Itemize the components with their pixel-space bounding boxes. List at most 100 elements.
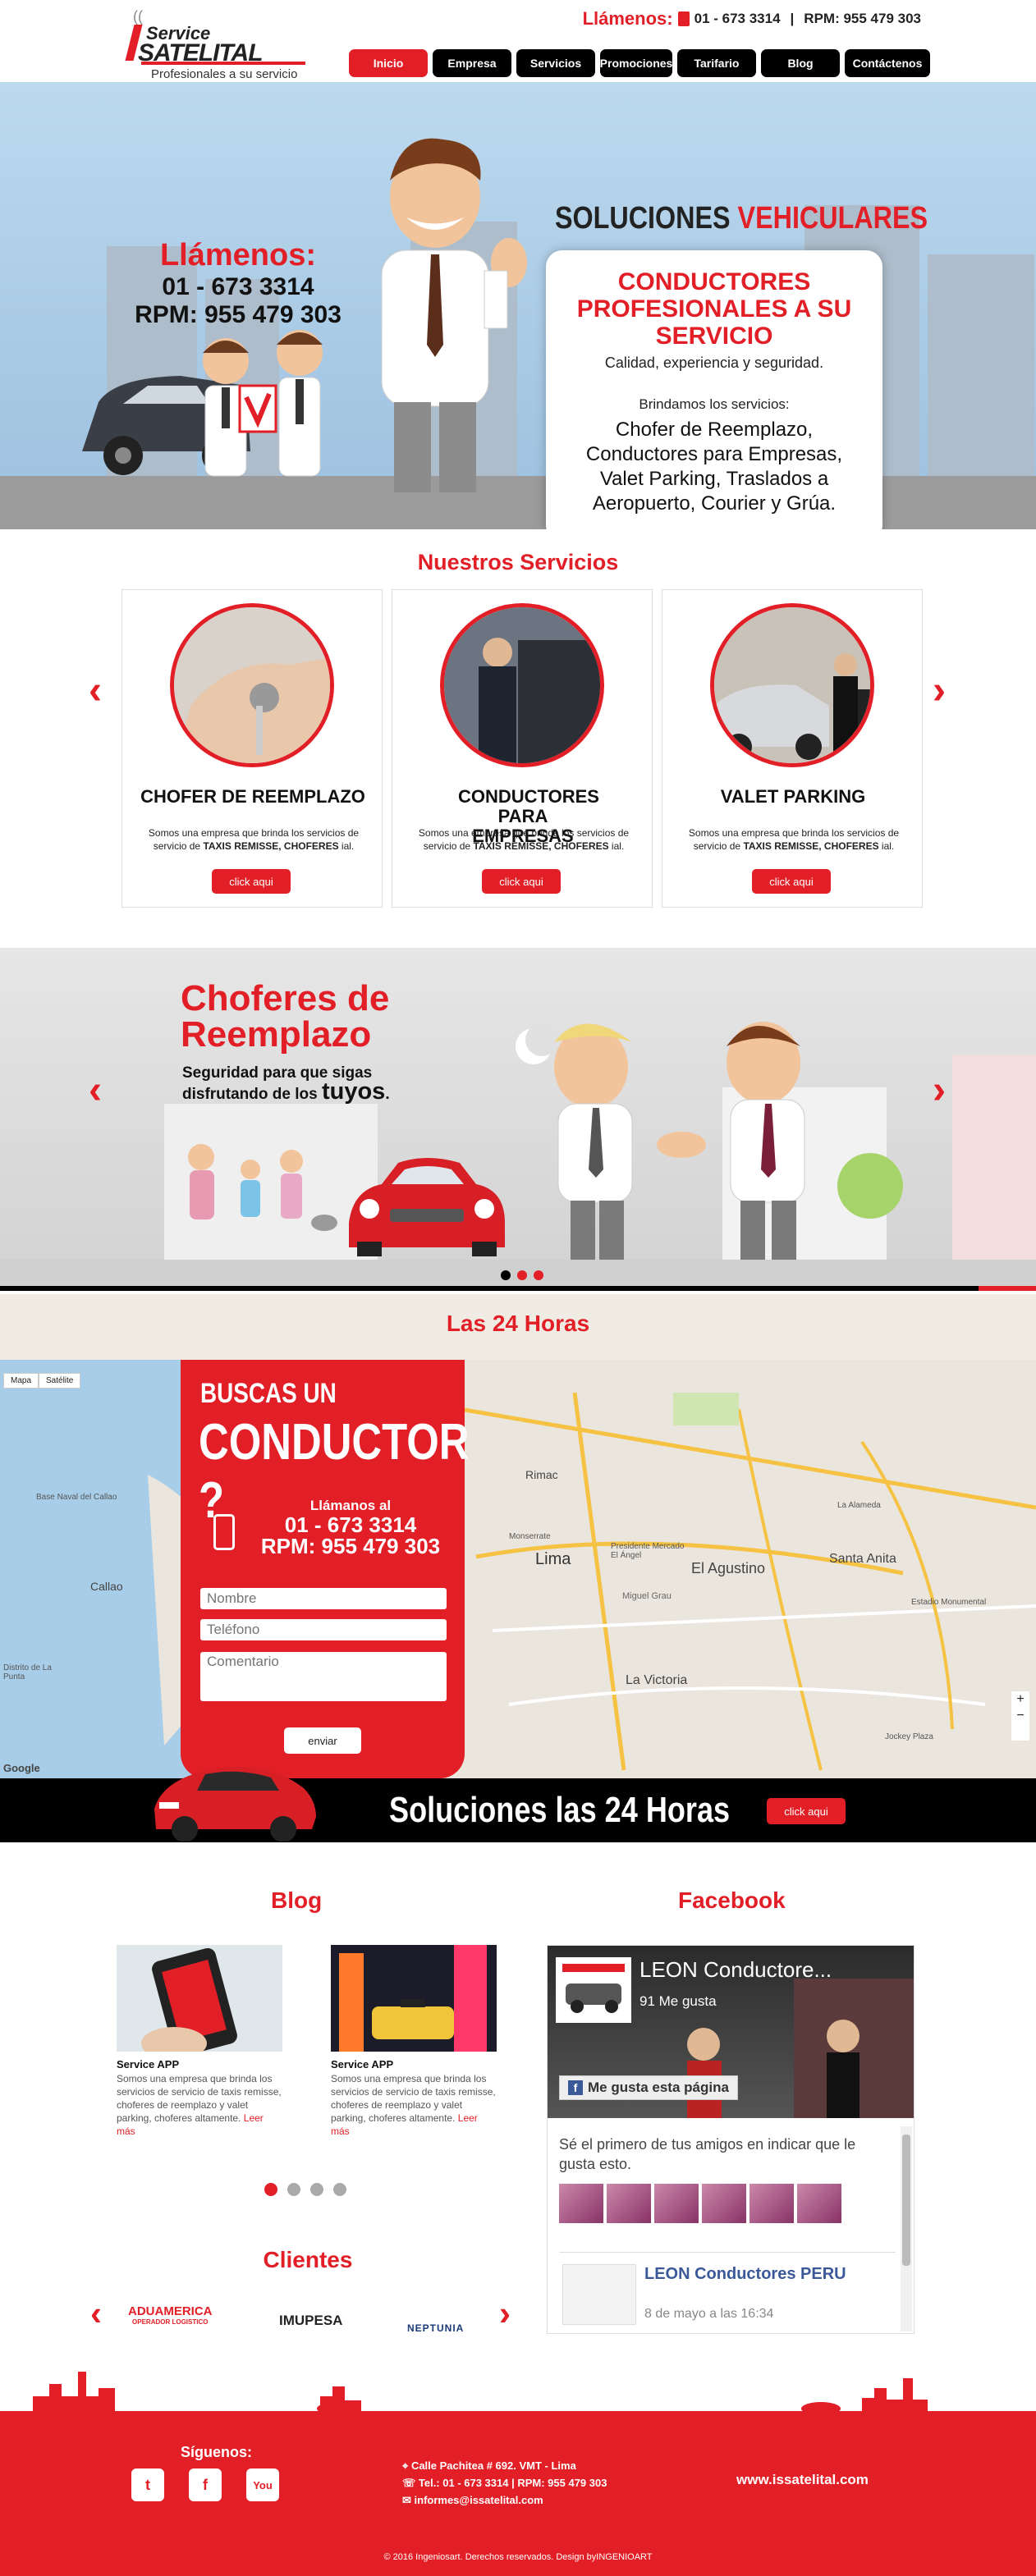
facebook-friend-thumbnails	[559, 2184, 841, 2223]
hours-title: Las 24 Horas	[446, 1311, 590, 1336]
phone-field[interactable]	[200, 1619, 447, 1640]
service-desc: Somos una empresa que brinda los servici…	[418, 827, 630, 852]
service-desc: Somos una empresa que brinda los servici…	[688, 827, 900, 852]
hero-call-label: Llámenos:	[159, 238, 317, 272]
blog-post-desc: Somos una empresa que brinda los servici…	[117, 2073, 282, 2137]
mobile-phone-icon	[213, 1514, 235, 1550]
phone-icon: ☏	[402, 2477, 419, 2489]
hours-section: Las 24 Horas	[0, 1294, 1036, 1360]
nav-tarifario[interactable]: Tarifario	[677, 49, 756, 77]
site-footer: Síguenos: t f You ⌖ Calle Pachitea # 692…	[0, 2411, 1036, 2576]
slider-dot-1[interactable]	[501, 1270, 511, 1280]
facebook-icon[interactable]: f	[189, 2468, 222, 2501]
site-header: (( Service SATELITAL Profesionales a su …	[0, 0, 1036, 82]
hero-card-intro: Brindamos los servicios:	[639, 396, 790, 412]
location-pin-icon: ⌖	[402, 2459, 411, 2472]
blog-dot-2[interactable]	[287, 2183, 300, 2196]
city-skyline	[33, 2372, 928, 2413]
footer-phones: ☏ Tel.: 01 - 673 3314 | RPM: 955 479 303	[402, 2477, 607, 2489]
facebook-icon: f	[568, 2080, 583, 2095]
blog-dot-1[interactable]	[264, 2183, 277, 2196]
service-click-button[interactable]: click aqui	[212, 869, 291, 894]
promo-subtitle: Seguridad para que sigas disfrutando de l…	[182, 1064, 390, 1105]
facebook-title: Facebook	[678, 1887, 786, 1913]
red-sedan-illustration	[154, 1767, 316, 1842]
client-logo-imupesa: IMUPESA	[279, 2313, 343, 2328]
facebook-page-name[interactable]: LEON Conductore...	[639, 1957, 832, 1983]
main-driver-illustration	[381, 138, 527, 492]
nav-inicio[interactable]: Inicio	[349, 49, 428, 77]
blog-dot-3[interactable]	[310, 2183, 323, 2196]
map-button-mapa[interactable]: Mapa	[3, 1373, 39, 1389]
facebook-friends-text: Sé el primero de tus amigos en indicar q…	[559, 2136, 856, 2172]
site-logo[interactable]: (( Service SATELITAL Profesionales a su …	[123, 8, 312, 82]
header-phone: 01 - 673 3314	[694, 11, 781, 26]
strip-click-button[interactable]: click aqui	[767, 1798, 846, 1824]
footer-website-link[interactable]: www.issatelital.com	[736, 2472, 869, 2488]
facebook-scrollbar[interactable]	[901, 2126, 912, 2331]
blog-post[interactable]: Service APP Somos una empresa que brinda…	[117, 1945, 282, 2138]
slider-dot-3[interactable]	[534, 1270, 543, 1280]
blog-post-title: Service APP	[331, 2058, 394, 2070]
hero-call-us: Llámenos: 01 - 673 3314 RPM: 955 479 303	[115, 238, 361, 329]
promo-prev-arrow[interactable]: ‹	[89, 1071, 102, 1110]
follow-us-label: Síguenos:	[181, 2444, 253, 2460]
client-logo-neptunia: NEPTUNIA	[407, 2322, 465, 2334]
promo-slider: Choferes de Reemplazo Seguridad para que …	[0, 948, 1036, 1291]
facebook-like-button[interactable]: f Me gusta esta página	[559, 2075, 738, 2100]
facebook-post-date: 8 de mayo a las 16:34	[644, 2307, 774, 2321]
service-name: VALET PARKING	[720, 786, 866, 807]
nav-servicios[interactable]: Servicios	[516, 49, 595, 77]
footer-email[interactable]: ✉ informes@issatelital.com	[402, 2491, 649, 2509]
map-label-la-punta: Distrito de La Punta	[3, 1663, 52, 1681]
map-zoom-controls[interactable]: + −	[1011, 1691, 1029, 1741]
hero-card-title: CONDUCTORES PROFESIONALES A SU SERVICIO	[576, 268, 852, 350]
promo-progress-bar	[0, 1286, 1036, 1291]
map-label-jockey: Jockey Plaza	[885, 1732, 933, 1741]
map-label-presidente: Presidente Mercado El Ángel	[611, 1542, 685, 1560]
footer-copyright: © 2016 Ingeniosart. Derechos reservados.…	[383, 2552, 653, 2562]
facebook-post-name[interactable]: LEON Conductores PERU	[644, 2264, 846, 2284]
map-label-la-victoria: La Victoria	[626, 1673, 688, 1687]
hero-banner: Llámenos: 01 - 673 3314 RPM: 955 479 303…	[0, 82, 1036, 529]
header-contact: Llámenos: 01 - 673 3314 | RPM: 955 479 3…	[583, 8, 921, 30]
blog-image-taxi	[331, 1945, 497, 2052]
google-brand: Google	[3, 1762, 40, 1774]
service-click-button[interactable]: click aqui	[752, 869, 831, 894]
google-map[interactable]: Mapa Satélite Rimac Lima El Agustino San…	[0, 1360, 1036, 1778]
nav-blog[interactable]: Blog	[761, 49, 840, 77]
promo-next-arrow[interactable]: ›	[933, 1071, 946, 1110]
facebook-avatar[interactable]	[556, 1957, 631, 2023]
slider-dot-2[interactable]	[517, 1270, 527, 1280]
blog-dot-4[interactable]	[333, 2183, 346, 2196]
services-next-arrow[interactable]: ›	[933, 671, 946, 711]
clients-prev-arrow[interactable]: ‹	[90, 2296, 102, 2331]
header-call-label: Llámenos:	[582, 8, 673, 29]
name-field[interactable]	[200, 1588, 447, 1609]
hero-headline: SOLUCIONES VEHICULARES	[555, 201, 928, 236]
strip-text: Soluciones las 24 Horas	[389, 1790, 731, 1830]
facebook-cover: LEON Conductore... 91 Me gusta f Me gusta…	[548, 1946, 914, 2118]
client-logo-aduamerica: ADUAMERICA OPERADOR LOGISTICO	[128, 2304, 213, 2326]
map-label-miguel-grau: Miguel Grau	[622, 1591, 672, 1601]
hero-card: CONDUCTORES PROFESIONALES A SU SERVICIO …	[546, 250, 882, 529]
clients-title: Clientes	[263, 2247, 353, 2272]
blog-post[interactable]: Service APP Somos una empresa que brinda…	[331, 1945, 497, 2138]
map-label-estadio: Estadio Monumental	[911, 1598, 987, 1607]
service-click-button[interactable]: click aqui	[482, 869, 561, 894]
comment-field[interactable]	[200, 1652, 447, 1701]
send-button[interactable]: enviar	[284, 1727, 361, 1754]
services-title: Nuestros Servicios	[417, 550, 619, 574]
footer-address: ⌖ Calle Pachitea # 692. VMT - Lima	[402, 2459, 576, 2472]
twitter-icon[interactable]: t	[131, 2468, 164, 2501]
blog-title: Blog	[271, 1887, 323, 1913]
nav-empresa[interactable]: Empresa	[433, 49, 511, 77]
family-illustration	[188, 1144, 337, 1231]
clients-next-arrow[interactable]: ›	[499, 2296, 511, 2331]
nav-promociones[interactable]: Promociones	[600, 49, 672, 77]
youtube-icon[interactable]: You	[246, 2468, 279, 2501]
nav-contactenos[interactable]: Contáctenos	[845, 49, 930, 77]
map-button-satelite[interactable]: Satélite	[39, 1373, 81, 1389]
services-prev-arrow[interactable]: ‹	[89, 671, 102, 711]
mail-icon: ✉	[402, 2494, 415, 2506]
